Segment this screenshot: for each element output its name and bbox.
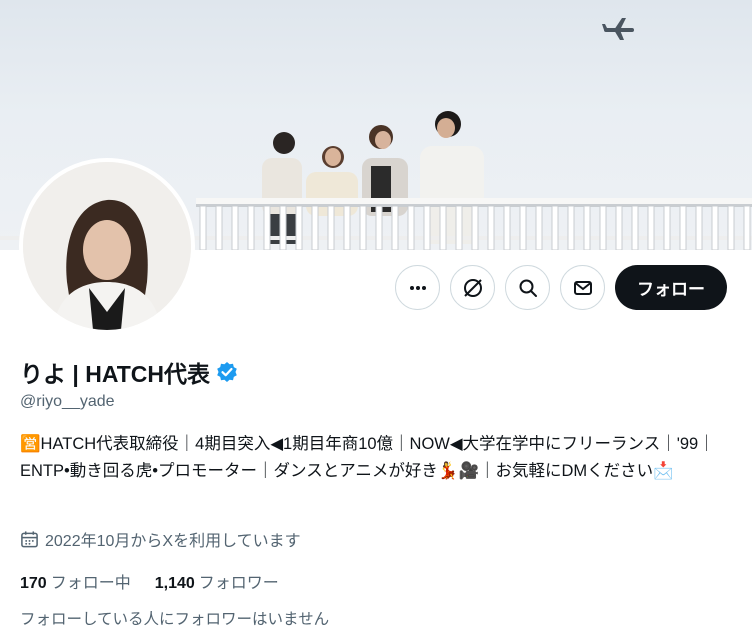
follow-button-label: フォロー (637, 280, 705, 299)
calendar-icon (21, 530, 38, 547)
follow-stats: 170 フォロー中 1,140 フォロワー (20, 569, 279, 593)
profile-actions: フォロー (395, 265, 727, 310)
avatar-photo (23, 162, 191, 330)
mutual-followers-note: フォローしている人にフォロワーはいません (20, 611, 330, 628)
display-name: りよ | HATCH代表 (20, 361, 210, 387)
joined-text: 2022年10月からXを利用しています (45, 533, 301, 550)
following-link[interactable]: 170 フォロー中 (20, 569, 131, 593)
search-icon (519, 279, 537, 297)
follow-button[interactable]: フォロー (615, 265, 727, 310)
followers-label: フォロワー (198, 575, 279, 592)
grok-button[interactable] (450, 265, 495, 310)
avatar[interactable] (19, 158, 195, 334)
message-button[interactable] (560, 265, 605, 310)
joined-date: 2022年10月からXを利用しています (20, 527, 301, 551)
more-icon (409, 285, 426, 290)
verified-badge-icon[interactable] (216, 361, 238, 383)
following-label: フォロー中 (50, 575, 131, 592)
mail-icon (573, 280, 592, 295)
followers-count: 1,140 (154, 575, 195, 592)
people-group (262, 111, 484, 244)
more-button[interactable] (395, 265, 440, 310)
followers-link[interactable]: 1,140 フォロワー (155, 569, 279, 593)
handle: @riyo__yade (20, 393, 115, 410)
airplane-icon (602, 18, 634, 40)
following-count: 170 (20, 575, 47, 592)
display-name-row: りよ | HATCH代表 (20, 355, 238, 389)
grok-icon (463, 278, 482, 297)
bio: 🈺HATCH代表取締役｜4期目突入◀︎1期目年商10億｜NOW◀︎大学在学中にフ… (20, 435, 715, 480)
search-button[interactable] (505, 265, 550, 310)
